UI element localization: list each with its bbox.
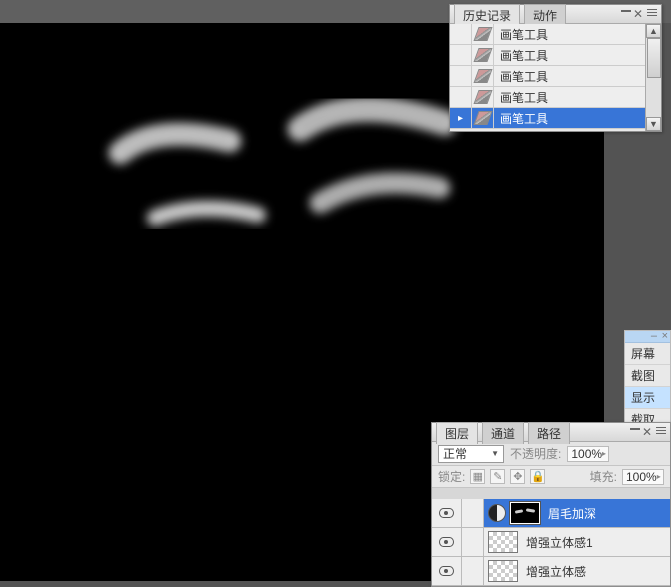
history-item[interactable]: ▸ 画笔工具	[450, 108, 661, 129]
current-state-icon: ▸	[458, 113, 463, 124]
layer-options-row: 正常 ▼ 不透明度: 100% ▸	[432, 442, 670, 466]
tab-channels[interactable]: 通道	[482, 422, 524, 444]
layer-name[interactable]: 增强立体感1	[526, 534, 593, 551]
history-list: 画笔工具画笔工具画笔工具画笔工具▸画笔工具 ▲ ▼	[450, 24, 661, 131]
panel-menu-icon[interactable]	[647, 9, 657, 17]
history-item[interactable]: 画笔工具	[450, 45, 661, 66]
brush-tool-icon	[473, 27, 492, 41]
history-panel: 历史记录 动作 ✕ 画笔工具画笔工具画笔工具画笔工具▸画笔工具 ▲ ▼	[449, 4, 662, 132]
lock-transparent-icon[interactable]: ▦	[470, 469, 485, 484]
brush-tool-icon	[473, 69, 492, 83]
history-item-label: 画笔工具	[494, 68, 548, 85]
history-source-col[interactable]	[450, 45, 472, 65]
eye-icon	[439, 508, 454, 518]
history-source-col[interactable]	[450, 66, 472, 86]
history-item-label: 画笔工具	[494, 89, 548, 106]
layer-row[interactable]: 眉毛加深	[432, 499, 670, 528]
opacity-value: 100%	[571, 447, 602, 461]
layer-thumb[interactable]	[488, 531, 518, 553]
blend-mode-value: 正常	[443, 445, 467, 462]
scroll-up-icon[interactable]: ▲	[646, 24, 661, 38]
scroll-thumb[interactable]	[647, 38, 661, 78]
history-icon-col	[472, 108, 494, 128]
history-icon-col	[472, 87, 494, 107]
history-item-label: 画笔工具	[494, 26, 548, 43]
history-item[interactable]: 画笔工具	[450, 87, 661, 108]
layer-row[interactable]: 增强立体感	[432, 557, 670, 586]
scroll-down-icon[interactable]: ▼	[646, 117, 661, 131]
history-item[interactable]: 画笔工具	[450, 66, 661, 87]
fill-input[interactable]: 100% ▸	[622, 469, 664, 485]
fill-value: 100%	[626, 470, 657, 484]
history-source-col[interactable]	[450, 24, 472, 44]
history-panel-header[interactable]: 历史记录 动作 ✕	[450, 5, 661, 24]
side-strip-item[interactable]: 显示	[625, 387, 670, 409]
close-icon[interactable]: ×	[662, 330, 668, 342]
lock-pixels-icon[interactable]: ✎	[490, 469, 505, 484]
layer-mask-thumb[interactable]	[510, 502, 540, 524]
history-icon-col	[472, 45, 494, 65]
eye-icon	[439, 537, 454, 547]
layers-panel: 图层 通道 路径 ✕ 正常 ▼ 不透明度: 100% ▸ 锁定: ▦ ✎ ✥ 🔒…	[431, 422, 671, 587]
chevron-right-icon: ▸	[602, 449, 606, 458]
tab-paths[interactable]: 路径	[528, 422, 570, 444]
history-source-col[interactable]: ▸	[450, 108, 472, 128]
panel-menu-icon[interactable]	[656, 427, 666, 435]
minimize-icon[interactable]: –	[651, 330, 657, 342]
close-icon[interactable]: ✕	[633, 7, 643, 21]
side-strip-header[interactable]: – ×	[625, 331, 670, 343]
layers-panel-header[interactable]: 图层 通道 路径 ✕	[432, 423, 670, 442]
chevron-down-icon: ▼	[491, 449, 499, 458]
visibility-toggle[interactable]	[432, 528, 462, 556]
history-icon-col	[472, 66, 494, 86]
lock-row: 锁定: ▦ ✎ ✥ 🔒 填充: 100% ▸	[432, 466, 670, 488]
layer-gap	[432, 488, 670, 499]
lock-label: 锁定:	[438, 468, 465, 485]
history-item-label: 画笔工具	[494, 47, 548, 64]
layers-list: 眉毛加深增强立体感1 增强立体感	[432, 499, 670, 586]
lock-all-icon[interactable]: 🔒	[530, 469, 545, 484]
tab-history[interactable]: 历史记录	[454, 4, 520, 26]
tab-layers[interactable]: 图层	[436, 422, 478, 444]
lock-position-icon[interactable]: ✥	[510, 469, 525, 484]
side-tool-strip: – × 屏幕截图显示截取	[624, 330, 671, 432]
side-strip-item[interactable]: 截图	[625, 365, 670, 387]
brush-tool-icon	[473, 48, 492, 62]
blend-mode-select[interactable]: 正常 ▼	[438, 445, 504, 463]
history-item[interactable]: 画笔工具	[450, 24, 661, 45]
visibility-toggle[interactable]	[432, 499, 462, 527]
side-strip-item[interactable]: 屏幕	[625, 343, 670, 365]
close-icon[interactable]: ✕	[642, 425, 652, 439]
opacity-label: 不透明度:	[510, 445, 561, 462]
minimize-icon[interactable]	[621, 10, 631, 12]
history-icon-col	[472, 24, 494, 44]
chevron-right-icon: ▸	[657, 472, 661, 481]
brush-tool-icon	[473, 90, 492, 104]
eye-icon	[439, 566, 454, 576]
history-item-label: 画笔工具	[494, 110, 548, 127]
tab-actions[interactable]: 动作	[524, 4, 566, 26]
link-col[interactable]	[462, 499, 484, 527]
layer-thumb[interactable]	[488, 560, 518, 582]
opacity-input[interactable]: 100% ▸	[567, 446, 609, 462]
adjustment-layer-icon	[488, 504, 506, 522]
fill-label: 填充:	[590, 468, 617, 485]
brush-tool-icon	[473, 111, 492, 125]
history-scrollbar[interactable]: ▲ ▼	[645, 24, 661, 131]
layer-row[interactable]: 增强立体感1	[432, 528, 670, 557]
minimize-icon[interactable]	[630, 428, 640, 430]
layer-name[interactable]: 增强立体感	[526, 563, 586, 580]
link-col[interactable]	[462, 528, 484, 556]
history-source-col[interactable]	[450, 87, 472, 107]
layer-name[interactable]: 眉毛加深	[548, 505, 596, 522]
